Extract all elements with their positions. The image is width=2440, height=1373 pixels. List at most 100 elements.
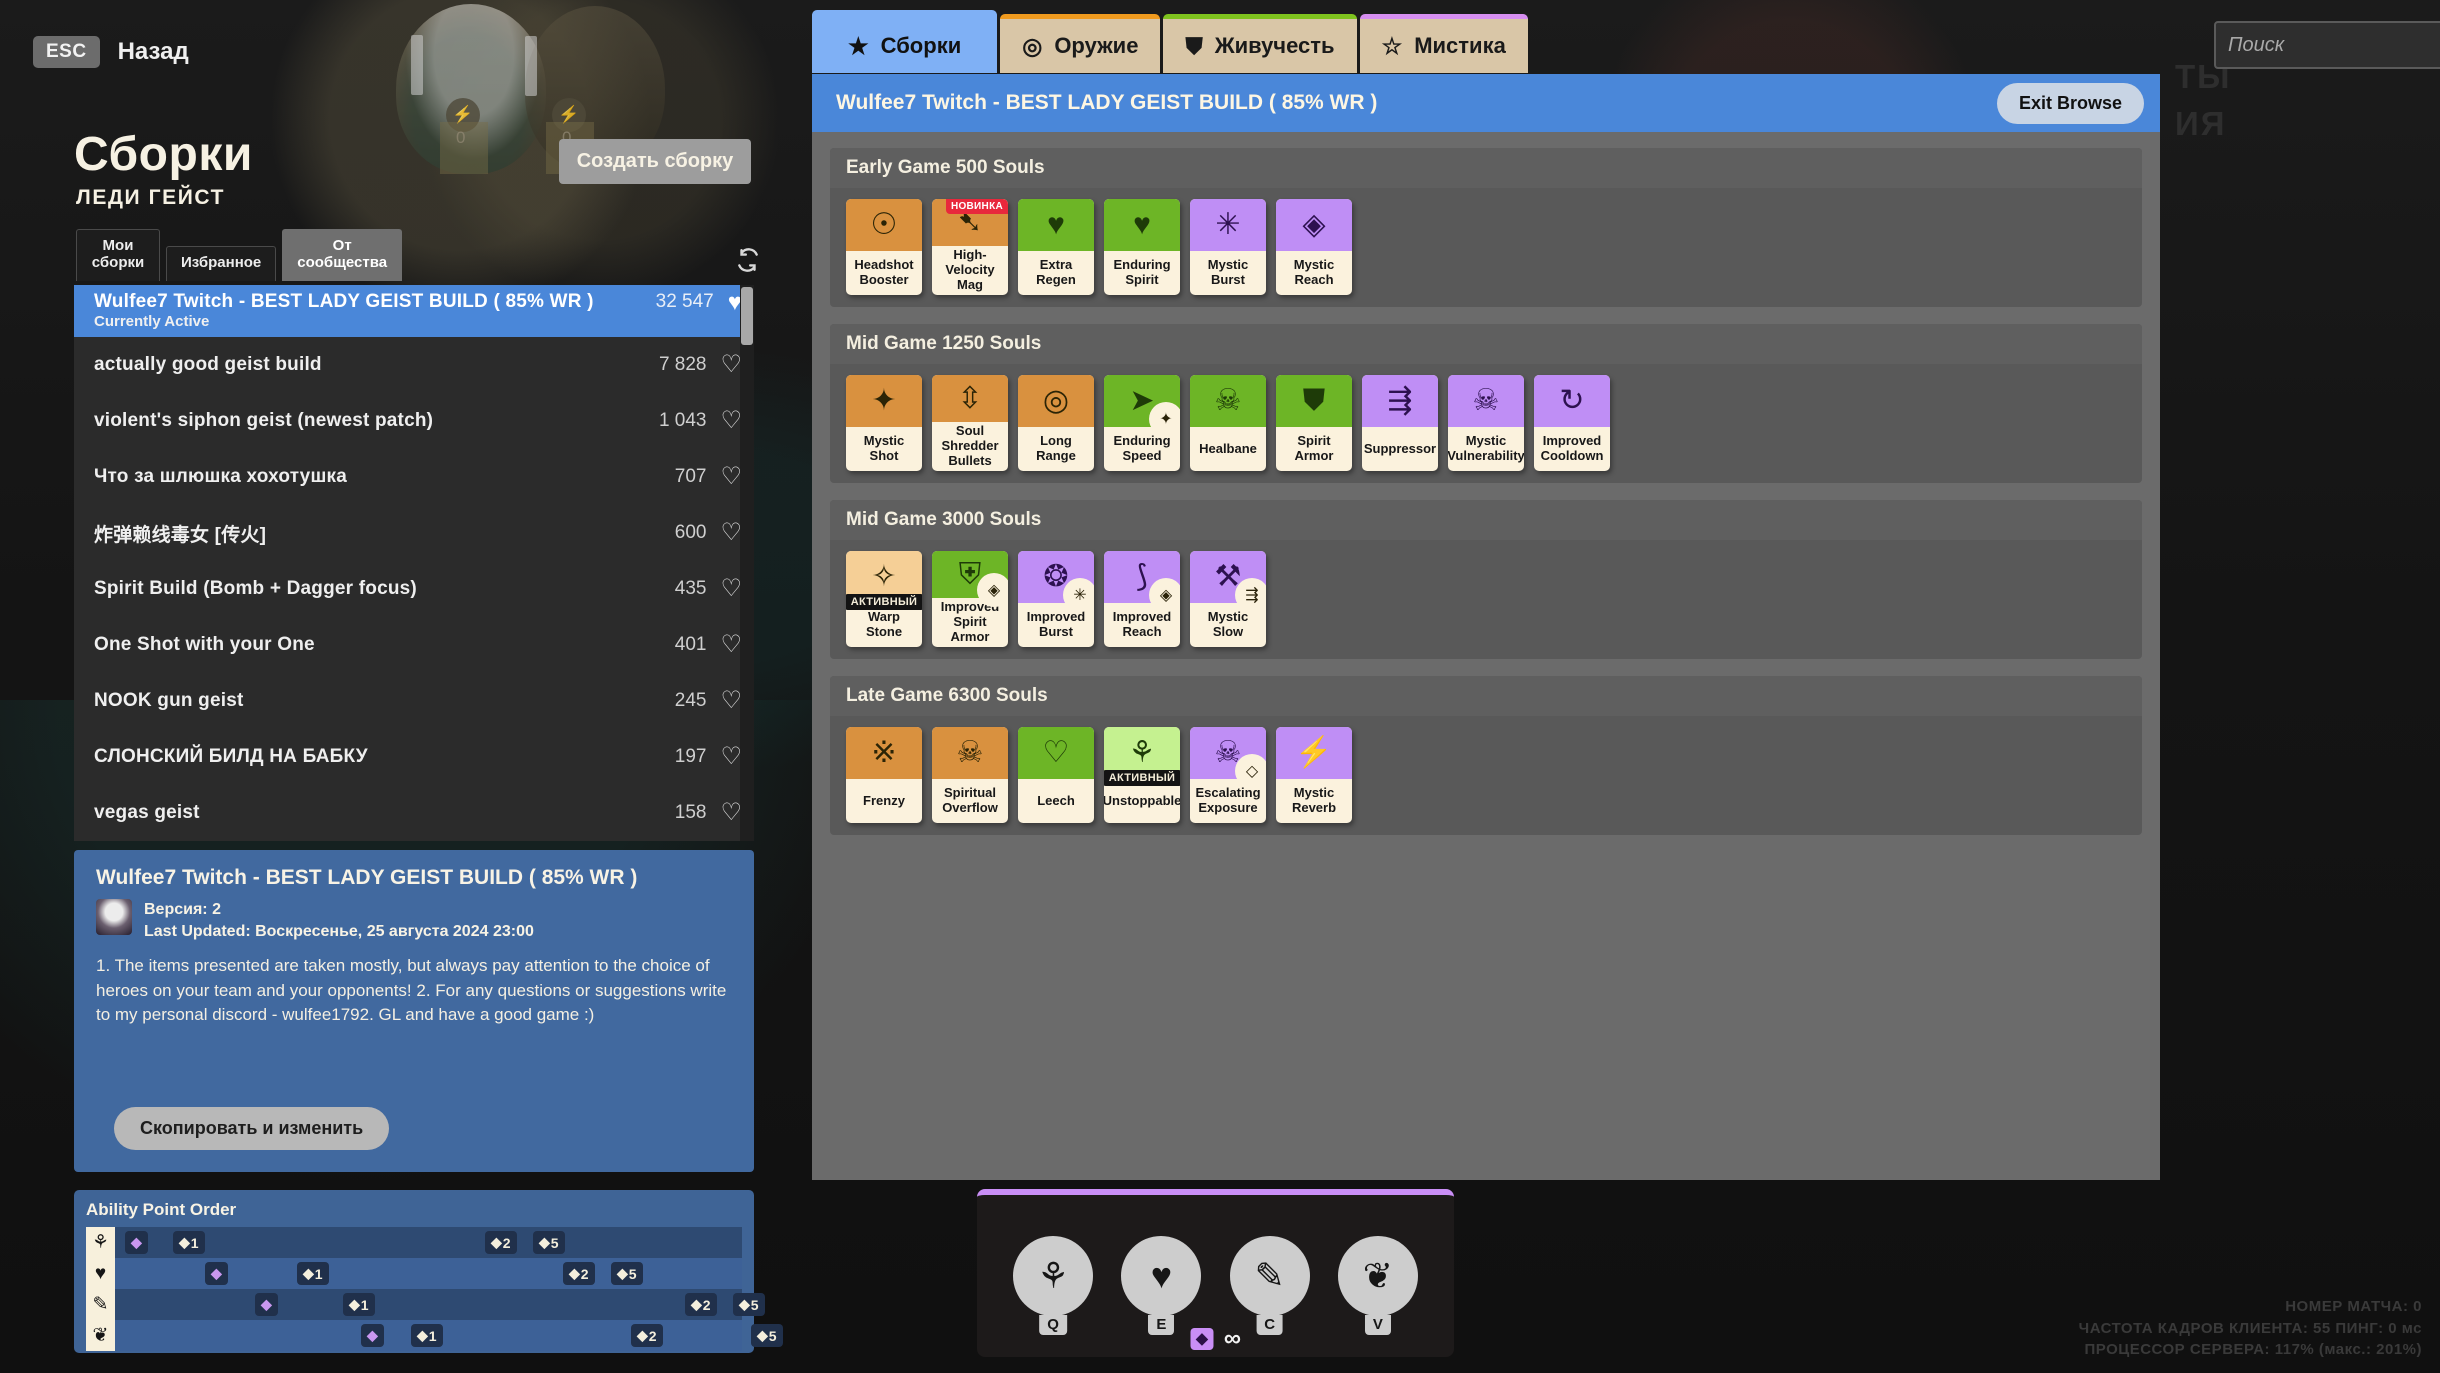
build-list-item[interactable]: NOOK gun geist 245 ♡ — [74, 673, 754, 729]
build-list-item[interactable]: Spirit Build (Bomb + Dagger focus) 435 ♡ — [74, 561, 754, 617]
ability-slot-v[interactable]: ❦ V — [1337, 1236, 1418, 1335]
build-list-item[interactable]: violent's siphon geist (newest patch) 1 0… — [74, 393, 754, 449]
build-list-item[interactable]: 炸弹赖线毒女 [传火] 600 ♡ — [74, 505, 754, 561]
item-section-items: ✧ АКТИВНЫЙ Warp Stone ⛨ ◈ Improved Spirit Arm… — [830, 540, 2142, 647]
build-list-item[interactable]: vegas geist 158 ♡ — [74, 785, 754, 841]
item-card[interactable]: ❂ ✳ Improved Burst — [1018, 551, 1094, 647]
category-tab-2[interactable]: ⛊ Живучесть — [1163, 14, 1357, 73]
item-name: Mystic Reverb — [1291, 785, 1337, 815]
item-card[interactable]: ☠ Spiritual Overflow — [932, 727, 1008, 823]
item-card[interactable]: ⛨ ◈ Improved Spirit Armor — [932, 551, 1008, 647]
item-card[interactable]: ⚒ ⇶ Mystic Slow — [1190, 551, 1266, 647]
item-card[interactable]: ◎ Long Range — [1018, 375, 1094, 471]
item-name: Enduring Spirit — [1113, 257, 1171, 287]
heart-icon[interactable]: ♡ — [720, 801, 742, 825]
favorite-count: 401 — [674, 634, 707, 655]
build-name: СЛОНСКИЙ БИЛД НА БАБКУ — [94, 746, 368, 767]
ability-point-row: ◆ ◆ 1 ◆ 2 ◆ 5 — [115, 1289, 765, 1320]
heart-icon[interactable]: ♡ — [720, 409, 742, 433]
create-build-button[interactable]: Создать сборку — [559, 139, 751, 184]
ability-point-pip: ◆ 2 — [631, 1324, 663, 1347]
build-list-tab-1[interactable]: Избранное — [166, 246, 277, 281]
build-list-item[interactable]: Wulfee7 Twitch - BEST LADY GEIST BUILD (… — [74, 285, 754, 337]
item-card[interactable]: ◈ Mystic Reach — [1276, 199, 1352, 295]
item-card[interactable]: ♥ Extra Regen — [1018, 199, 1094, 295]
build-last-updated: Last Updated: Воскресенье, 25 августа 20… — [144, 922, 534, 940]
item-card[interactable]: ⚡ Mystic Reverb — [1276, 727, 1352, 823]
category-tab-0[interactable]: ★ Сборки — [812, 10, 998, 73]
heart-icon[interactable]: ♡ — [720, 577, 742, 601]
build-list-scrollbar-thumb[interactable] — [741, 287, 753, 345]
item-name: Mystic Shot — [863, 433, 905, 463]
build-version: Версия: 2 — [144, 901, 221, 918]
exit-browse-button[interactable]: Exit Browse — [1996, 82, 2144, 124]
item-card[interactable]: ⟆ ◈ Improved Reach — [1104, 551, 1180, 647]
item-glyph-icon: ⚡ — [1295, 736, 1333, 769]
build-name: Что за шлюшка хохотушка — [94, 466, 347, 487]
heart-icon[interactable]: ♡ — [720, 521, 742, 545]
build-list-item[interactable]: actually good geist build 7 828 ♡ — [74, 337, 754, 393]
category-tab-1[interactable]: ◎ Оружие — [1000, 14, 1161, 73]
build-list-item[interactable]: Что за шлюшка хохотушка 707 ♡ — [74, 449, 754, 505]
build-list-tab-0[interactable]: Мои сборки — [76, 229, 160, 281]
ability-slot-e[interactable]: ♥ E — [1121, 1236, 1202, 1335]
item-card[interactable]: ✳ Mystic Burst — [1190, 199, 1266, 295]
item-card[interactable]: ➷ НОВИНКА High-Velocity Mag — [932, 199, 1008, 295]
back-navigation[interactable]: ESC Назад — [33, 36, 189, 68]
item-icon-area: ☠ — [1448, 375, 1524, 427]
item-card[interactable]: ☠ Mystic Vulnerability — [1448, 375, 1524, 471]
refresh-icon[interactable] — [735, 247, 761, 278]
ability-link-icon: ∞ — [1223, 1325, 1242, 1352]
avatar — [96, 899, 132, 935]
item-icon-area: ☠ ◇ — [1190, 727, 1266, 788]
item-name: Frenzy — [863, 792, 905, 808]
item-glyph-icon: ⛊ — [1302, 384, 1326, 417]
search-input[interactable] — [2228, 33, 2440, 57]
ability-point-pip: ◆ 5 — [733, 1293, 765, 1316]
item-card[interactable]: ✦ Mystic Shot — [846, 375, 922, 471]
heart-icon[interactable]: ♡ — [720, 353, 742, 377]
build-list-scrollbar-track[interactable] — [740, 285, 754, 841]
item-card[interactable]: ⇳ Soul Shredder Bullets — [932, 375, 1008, 471]
item-glyph-icon: ♥ — [1133, 208, 1151, 241]
build-list-item[interactable]: СЛОНСКИЙ БИЛД НА БАБКУ 197 ♡ — [74, 729, 754, 785]
heart-icon[interactable]: ♡ — [720, 633, 742, 657]
back-label: Назад — [117, 38, 189, 65]
item-name: Spiritual Overflow — [942, 785, 998, 815]
build-list-tab-2[interactable]: От сообщества — [282, 229, 403, 281]
item-card[interactable]: ⇶ Suppressor — [1362, 375, 1438, 471]
item-card[interactable]: ♡ Leech — [1018, 727, 1094, 823]
favorite-count: 245 — [674, 690, 707, 711]
item-card[interactable]: ✧ АКТИВНЫЙ Warp Stone — [846, 551, 922, 647]
item-icon-area: ↻ — [1534, 375, 1610, 427]
item-card[interactable]: ♥ Enduring Spirit — [1104, 199, 1180, 295]
hero-count-1: 0 — [456, 128, 466, 147]
item-section-items: ※ Frenzy ☠ Spiritual Overflow ♡ Leech ⚘ АКТИВНЫ… — [830, 716, 2142, 823]
favorite-count: 707 — [674, 466, 707, 487]
heart-icon[interactable]: ♡ — [720, 745, 742, 769]
category-tab-3[interactable]: ☆ Мистика — [1359, 14, 1528, 73]
item-card[interactable]: ⛊ Spirit Armor — [1276, 375, 1352, 471]
search-box[interactable]: × — [2214, 21, 2440, 69]
ability-slot-q[interactable]: ⚘ Q — [1013, 1236, 1094, 1335]
ability-point-row: ◆ ◆ 1 ◆ 2 ◆ 5 — [115, 1258, 742, 1289]
build-name: 炸弹赖线毒女 [传火] — [94, 524, 267, 546]
item-icon-area: ⛨ ◈ — [932, 551, 1008, 608]
item-card[interactable]: ※ Frenzy — [846, 727, 922, 823]
item-card[interactable]: ➤ ✦ Enduring Speed — [1104, 375, 1180, 471]
item-icon-area: ☠ — [932, 727, 1008, 779]
item-card[interactable]: ☉ Headshot Booster — [846, 199, 922, 295]
item-card[interactable]: ☠ Healbane — [1190, 375, 1266, 471]
item-section: Mid Game 3000 Souls ✧ АКТИВНЫЙ Warp Stone ⛨ ◈… — [830, 500, 2142, 659]
item-card[interactable]: ☠ ◇ Escalating Exposure — [1190, 727, 1266, 823]
item-section-title: Mid Game 1250 Souls — [830, 324, 2142, 364]
ability-slot-c[interactable]: ✎ C — [1229, 1236, 1310, 1335]
build-list-item[interactable]: One Shot with your One 401 ♡ — [74, 617, 754, 673]
heart-icon[interactable]: ♡ — [720, 465, 742, 489]
item-card[interactable]: ↻ Improved Cooldown — [1534, 375, 1610, 471]
heart-icon[interactable]: ♡ — [720, 689, 742, 713]
build-list[interactable]: Wulfee7 Twitch - BEST LADY GEIST BUILD (… — [74, 285, 754, 841]
favorite-count: 435 — [674, 578, 707, 599]
item-card[interactable]: ⚘ АКТИВНЫЙ Unstoppable — [1104, 727, 1180, 823]
copy-and-edit-button[interactable]: Скопировать и изменить — [114, 1107, 390, 1150]
